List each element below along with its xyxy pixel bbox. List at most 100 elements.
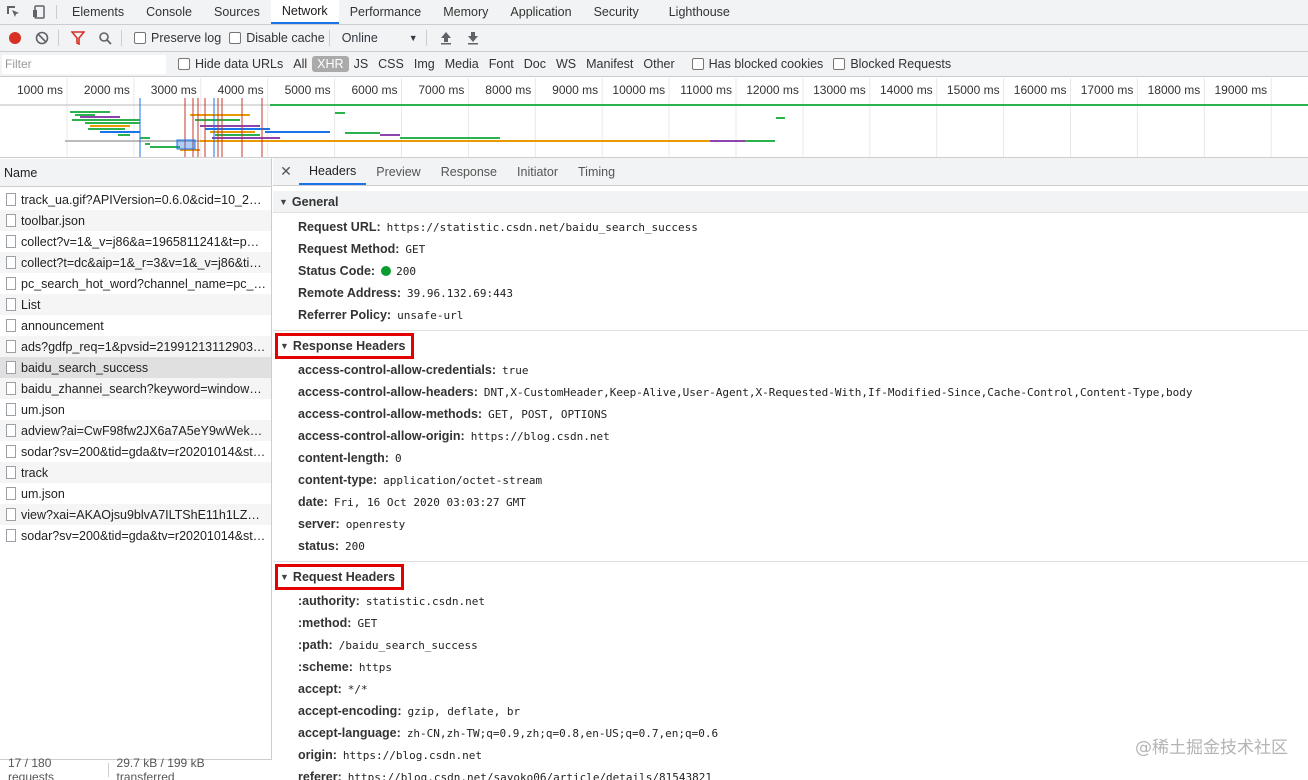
tab-elements[interactable]: Elements	[61, 0, 135, 24]
request-row[interactable]: track_ua.gif?APIVersion=0.6.0&cid=10_209…	[0, 189, 271, 210]
request-row[interactable]: toolbar.json	[0, 210, 271, 231]
header-row[interactable]: accept-encoding: gzip, deflate, br	[273, 700, 1308, 722]
header-row[interactable]: access-control-allow-headers: DNT,X-Custo…	[273, 381, 1308, 403]
request-row[interactable]: view?xai=AKAOjsu9blvA7ILTShE11h1LZXVjxs.…	[0, 504, 271, 525]
request-row[interactable]: announcement	[0, 315, 271, 336]
tab-application[interactable]: Application	[499, 0, 582, 24]
request-row[interactable]: collect?v=1&_v=j86&a=1965811241&t=pag...	[0, 231, 271, 252]
toolbar-separator	[58, 30, 59, 46]
type-filter-xhr[interactable]: XHR	[312, 56, 349, 72]
header-row[interactable]: access-control-allow-origin: https://blog…	[273, 425, 1308, 447]
file-icon	[6, 235, 16, 248]
request-row[interactable]: ads?gdfp_req=1&pvsid=219912131129039...	[0, 336, 271, 357]
type-filter-manifest[interactable]: Manifest	[581, 56, 638, 72]
search-icon[interactable]	[93, 26, 117, 50]
type-filter-css[interactable]: CSS	[373, 56, 409, 72]
detail-tab-headers[interactable]: Headers	[299, 158, 367, 185]
disable-cache-checkbox[interactable]: Disable cache	[229, 31, 325, 45]
close-icon[interactable]: ✕	[273, 158, 299, 185]
request-row[interactable]: pc_search_hot_word?channel_name=pc_hot_.…	[0, 273, 271, 294]
checkbox-box[interactable]	[134, 32, 146, 44]
header-row[interactable]: referer: https://blog.csdn.net/sayoko06/a…	[273, 766, 1308, 780]
toolbar-separator	[328, 30, 330, 46]
request-row[interactable]: um.json	[0, 399, 271, 420]
header-row[interactable]: accept: */*	[273, 678, 1308, 700]
checkbox-box[interactable]	[833, 58, 846, 70]
timeline-request-bar	[80, 116, 120, 118]
header-row[interactable]: server: openresty	[273, 513, 1308, 535]
timeline-tick-label: 4000 ms	[218, 83, 264, 97]
response-headers-section-header[interactable]: ▼ Response Headers	[273, 331, 1308, 359]
device-toolbar-icon[interactable]	[26, 0, 52, 24]
header-row[interactable]: access-control-allow-methods: GET, POST, …	[273, 403, 1308, 425]
checkbox-box[interactable]	[691, 58, 704, 70]
tab-network[interactable]: Network	[270, 0, 339, 24]
preserve-log-checkbox[interactable]: Preserve log	[134, 31, 221, 45]
filter-input[interactable]: Filter	[2, 54, 166, 74]
tab-console[interactable]: Console	[135, 0, 203, 24]
header-row[interactable]: content-length: 0	[273, 447, 1308, 469]
header-row[interactable]: Status Code: 200	[273, 260, 1308, 282]
type-filter-media[interactable]: Media	[440, 56, 484, 72]
clear-button[interactable]	[30, 26, 54, 50]
checkbox-box[interactable]	[229, 32, 242, 44]
header-value: statistic.csdn.net	[365, 594, 486, 608]
request-row[interactable]: track	[0, 462, 271, 483]
tab-sources[interactable]: Sources	[203, 0, 271, 24]
request-row[interactable]: collect?t=dc&aip=1&_r=3&v=1&_v=j86&tid..…	[0, 252, 271, 273]
header-row[interactable]: access-control-allow-credentials: true	[273, 359, 1308, 381]
detail-tab-timing[interactable]: Timing	[568, 158, 625, 185]
hide-data-urls-checkbox[interactable]: Hide data URLs	[178, 57, 283, 71]
request-row[interactable]: adview?ai=CwF98fw2JX6a7A5eY9wWek6-gA...	[0, 420, 271, 441]
request-row[interactable]: sodar?sv=200&tid=gda&tv=r20201014&st=...	[0, 525, 271, 546]
timeline-overview[interactable]: 1000 ms 2000 ms 3000 ms 4000 ms 5000 ms 6000 …	[0, 78, 1308, 158]
type-filter-other[interactable]: Other	[638, 56, 679, 72]
type-filter-ws[interactable]: WS	[551, 56, 581, 72]
checkbox-box[interactable]	[178, 58, 190, 70]
type-filter-img[interactable]: Img	[409, 56, 440, 72]
timeline-svg[interactable]: 1000 ms 2000 ms 3000 ms 4000 ms 5000 ms 6000 …	[0, 78, 1308, 158]
header-row[interactable]: :authority: statistic.csdn.net	[273, 590, 1308, 612]
blocked-requests-checkbox[interactable]: Blocked Requests	[833, 57, 951, 71]
detail-tab-response[interactable]: Response	[431, 158, 507, 185]
highlight-box: ▼ Response Headers	[275, 333, 415, 359]
import-har-icon[interactable]	[434, 26, 458, 50]
request-row[interactable]: baidu_zhannei_search?keyword=window%2...	[0, 378, 271, 399]
header-row[interactable]: :method: GET	[273, 612, 1308, 634]
request-row[interactable]: um.json	[0, 483, 271, 504]
general-section-header[interactable]: ▼ General	[273, 191, 1308, 213]
export-har-icon[interactable]	[461, 26, 485, 50]
header-row[interactable]: Request Method: GET	[273, 238, 1308, 260]
detail-tab-initiator[interactable]: Initiator	[507, 158, 568, 185]
type-filter-all[interactable]: All	[288, 56, 312, 72]
tab-lighthouse[interactable]: Lighthouse	[658, 0, 741, 24]
inspect-element-icon[interactable]	[0, 0, 26, 24]
type-filter-doc[interactable]: Doc	[519, 56, 551, 72]
throttling-select[interactable]: Online ▼	[342, 31, 422, 45]
type-filter-js[interactable]: JS	[349, 56, 374, 72]
request-row[interactable]: sodar?sv=200&tid=gda&tv=r20201014&st=...	[0, 441, 271, 462]
request-row[interactable]: baidu_search_success	[0, 357, 271, 378]
header-row[interactable]: status: 200	[273, 535, 1308, 557]
type-filter-font[interactable]: Font	[484, 56, 519, 72]
header-row[interactable]: content-type: application/octet-stream	[273, 469, 1308, 491]
timeline-request-bar	[140, 137, 150, 139]
request-row[interactable]: List	[0, 294, 271, 315]
detail-tab-preview[interactable]: Preview	[366, 158, 430, 185]
filter-icon[interactable]	[66, 26, 90, 50]
header-row[interactable]: date: Fri, 16 Oct 2020 03:03:27 GMT	[273, 491, 1308, 513]
header-row[interactable]: Referrer Policy: unsafe-url	[273, 304, 1308, 326]
header-row[interactable]: Request URL: https://statistic.csdn.net/b…	[273, 216, 1308, 238]
request-name: baidu_zhannei_search?keyword=window%2...	[21, 381, 266, 396]
name-column-header[interactable]: Name	[0, 159, 271, 187]
header-row[interactable]: Remote Address: 39.96.132.69:443	[273, 282, 1308, 304]
header-row[interactable]: :scheme: https	[273, 656, 1308, 678]
tab-security[interactable]: Security	[583, 0, 650, 24]
has-blocked-cookies-checkbox[interactable]: Has blocked cookies	[691, 57, 823, 71]
tab-memory[interactable]: Memory	[432, 0, 499, 24]
request-headers-section-header[interactable]: ▼ Request Headers	[273, 562, 1308, 590]
header-row[interactable]: :path: /baidu_search_success	[273, 634, 1308, 656]
record-button[interactable]	[3, 26, 27, 50]
tab-performance[interactable]: Performance	[339, 0, 433, 24]
header-key: accept:	[298, 682, 342, 696]
